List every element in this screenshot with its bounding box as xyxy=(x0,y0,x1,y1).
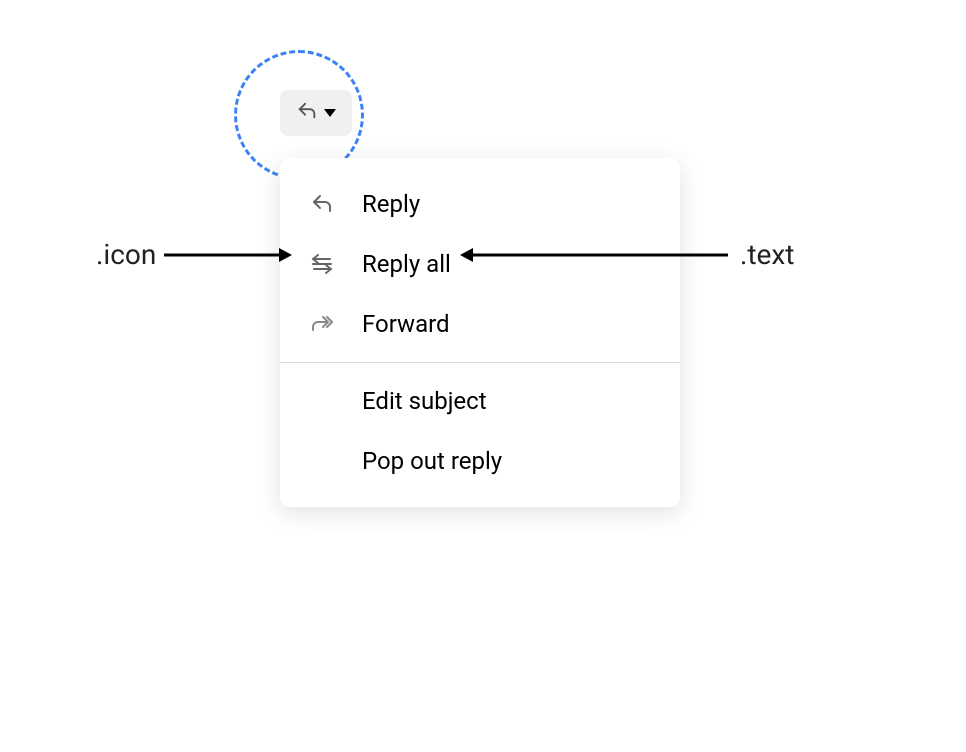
annotation-icon-label: .icon xyxy=(96,238,156,271)
arrow-left-icon xyxy=(458,245,728,265)
reply-icon xyxy=(296,100,318,126)
annotation-text: .text xyxy=(740,238,794,271)
menu-item-label: Forward xyxy=(362,310,450,338)
annotation-text-label: .text xyxy=(740,238,794,271)
menu-item-label: Reply all xyxy=(362,250,451,278)
reply-dropdown-button[interactable] xyxy=(280,90,352,136)
menu-item-reply[interactable]: Reply xyxy=(280,174,680,234)
reply-all-icon xyxy=(308,250,336,278)
menu-item-label: Pop out reply xyxy=(362,447,502,475)
reply-options-menu: Reply Reply all xyxy=(280,158,680,507)
chevron-down-icon xyxy=(324,109,336,117)
menu-item-forward[interactable]: Forward xyxy=(280,294,680,354)
menu-item-pop-out-reply[interactable]: Pop out reply xyxy=(280,431,680,491)
forward-icon xyxy=(308,310,336,338)
menu-item-label: Reply xyxy=(362,190,420,218)
menu-item-label: Edit subject xyxy=(362,387,487,415)
menu-item-edit-subject[interactable]: Edit subject xyxy=(280,371,680,431)
annotation-icon: .icon xyxy=(96,238,294,271)
arrow-right-icon xyxy=(164,245,294,265)
reply-icon xyxy=(308,190,336,218)
menu-divider xyxy=(280,362,680,363)
